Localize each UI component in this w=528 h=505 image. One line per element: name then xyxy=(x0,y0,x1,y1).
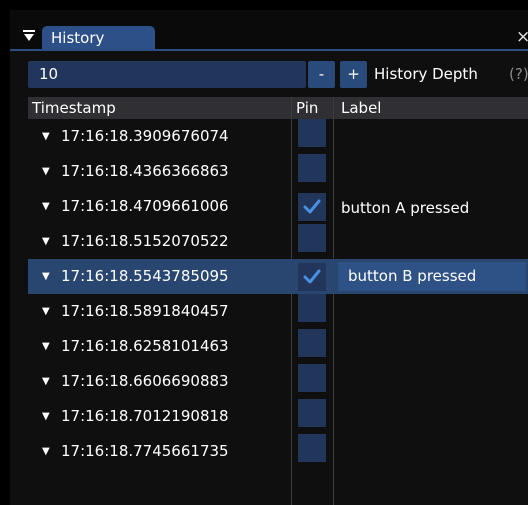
table-row[interactable]: ▼ 17:16:18.6606690883 xyxy=(28,364,528,399)
history-depth-input[interactable]: 10 xyxy=(28,61,306,88)
timestamp-text: 17:16:18.4709661006 xyxy=(61,197,229,215)
pin-checkbox[interactable] xyxy=(298,224,326,252)
column-header-label[interactable]: Label xyxy=(341,99,381,118)
pin-checkbox[interactable] xyxy=(298,263,326,291)
tree-node-arrow-icon[interactable]: ▼ xyxy=(42,399,52,434)
pin-checkbox[interactable] xyxy=(298,364,326,392)
title-bar: History × xyxy=(10,10,528,51)
pin-checkbox[interactable] xyxy=(298,434,326,462)
timestamp-text: 17:16:18.3909676074 xyxy=(61,127,229,145)
history-depth-value: 10 xyxy=(39,65,59,83)
timestamp-text: 17:16:18.5891840457 xyxy=(61,302,229,320)
history-window: History × 10 - + History Depth (?) Times… xyxy=(10,10,528,505)
timestamp-text: 17:16:18.4366366863 xyxy=(61,162,229,180)
timestamp-cell[interactable]: ▼ 17:16:18.7745661735 xyxy=(42,434,229,469)
pin-checkbox[interactable] xyxy=(298,193,326,221)
table-row[interactable]: ▼ 17:16:18.4366366863 xyxy=(28,154,528,189)
table-row[interactable]: ▼ 17:16:18.4709661006 button A pressed xyxy=(28,189,528,224)
timestamp-text: 17:16:18.6258101463 xyxy=(61,337,229,355)
timestamp-cell[interactable]: ▼ 17:16:18.6258101463 xyxy=(42,329,229,364)
tree-node-arrow-icon[interactable]: ▼ xyxy=(42,154,52,189)
timestamp-cell[interactable]: ▼ 17:16:18.5891840457 xyxy=(42,294,229,329)
timestamp-cell[interactable]: ▼ 17:16:18.4709661006 xyxy=(42,189,229,224)
pin-checkbox[interactable] xyxy=(298,329,326,357)
collapse-triangle-icon[interactable] xyxy=(23,28,35,41)
pin-checkbox[interactable] xyxy=(298,294,326,322)
table-row[interactable]: ▼ 17:16:18.6258101463 xyxy=(28,329,528,364)
label-text: button B pressed xyxy=(348,267,477,285)
tree-node-arrow-icon[interactable]: ▼ xyxy=(42,329,52,364)
history-depth-label: History Depth xyxy=(374,65,478,83)
table-row[interactable]: ▼ 17:16:18.5152070522 xyxy=(28,224,528,259)
tree-node-arrow-icon[interactable]: ▼ xyxy=(42,434,52,469)
pin-checkbox[interactable] xyxy=(298,399,326,427)
table-row[interactable]: ▼ 17:16:18.7745661735 xyxy=(28,434,528,469)
timestamp-text: 17:16:18.6606690883 xyxy=(61,372,229,390)
timestamp-text: 17:16:18.7745661735 xyxy=(61,442,229,460)
pin-checkbox[interactable] xyxy=(298,119,326,147)
help-marker[interactable]: (?) xyxy=(509,65,528,84)
timestamp-cell[interactable]: ▼ 17:16:18.3909676074 xyxy=(42,119,229,154)
timestamp-cell[interactable]: ▼ 17:16:18.4366366863 xyxy=(42,154,229,189)
tab-history[interactable]: History xyxy=(42,26,155,51)
tree-node-arrow-icon[interactable]: ▼ xyxy=(42,119,52,154)
tree-node-arrow-icon[interactable]: ▼ xyxy=(42,224,52,259)
table-row[interactable]: ▼ 17:16:18.3909676074 xyxy=(28,119,528,154)
timestamp-cell[interactable]: ▼ 17:16:18.5152070522 xyxy=(42,224,229,259)
label-text[interactable]: button A pressed xyxy=(341,198,469,218)
timestamp-text: 17:16:18.7012190818 xyxy=(61,407,229,425)
timestamp-cell[interactable]: ▼ 17:16:18.6606690883 xyxy=(42,364,229,399)
timestamp-cell[interactable]: ▼ 17:16:18.7012190818 xyxy=(42,399,229,434)
tree-node-arrow-icon[interactable]: ▼ xyxy=(42,259,52,294)
tab-history-label: History xyxy=(51,29,105,47)
timestamp-text: 17:16:18.5543785095 xyxy=(61,267,229,285)
timestamp-text: 17:16:18.5152070522 xyxy=(61,232,229,250)
table-row[interactable]: ▼ 17:16:18.5891840457 xyxy=(28,294,528,329)
tree-node-arrow-icon[interactable]: ▼ xyxy=(42,364,52,399)
pin-checkbox[interactable] xyxy=(298,154,326,182)
column-header-pin[interactable]: Pin xyxy=(296,99,318,118)
label-input[interactable]: button B pressed xyxy=(338,262,526,291)
tree-node-arrow-icon[interactable]: ▼ xyxy=(42,294,52,329)
checkmark-icon xyxy=(303,269,321,284)
tab-bar-underline xyxy=(10,49,528,51)
table-row[interactable]: ▼ 17:16:18.7012190818 xyxy=(28,399,528,434)
increment-button[interactable]: + xyxy=(340,61,367,88)
checkmark-icon xyxy=(303,199,321,214)
history-table: Timestamp Pin Label ▼ 17:16:18.3909676074… xyxy=(28,97,528,505)
column-header-timestamp[interactable]: Timestamp xyxy=(32,99,116,118)
decrement-button[interactable]: - xyxy=(308,61,335,88)
table-header: Timestamp Pin Label xyxy=(28,97,528,119)
timestamp-cell[interactable]: ▼ 17:16:18.5543785095 xyxy=(42,259,229,294)
table-row[interactable]: ▼ 17:16:18.5543785095 button B pressed xyxy=(28,259,528,294)
tree-node-arrow-icon[interactable]: ▼ xyxy=(42,189,52,224)
close-icon[interactable]: × xyxy=(516,27,528,47)
